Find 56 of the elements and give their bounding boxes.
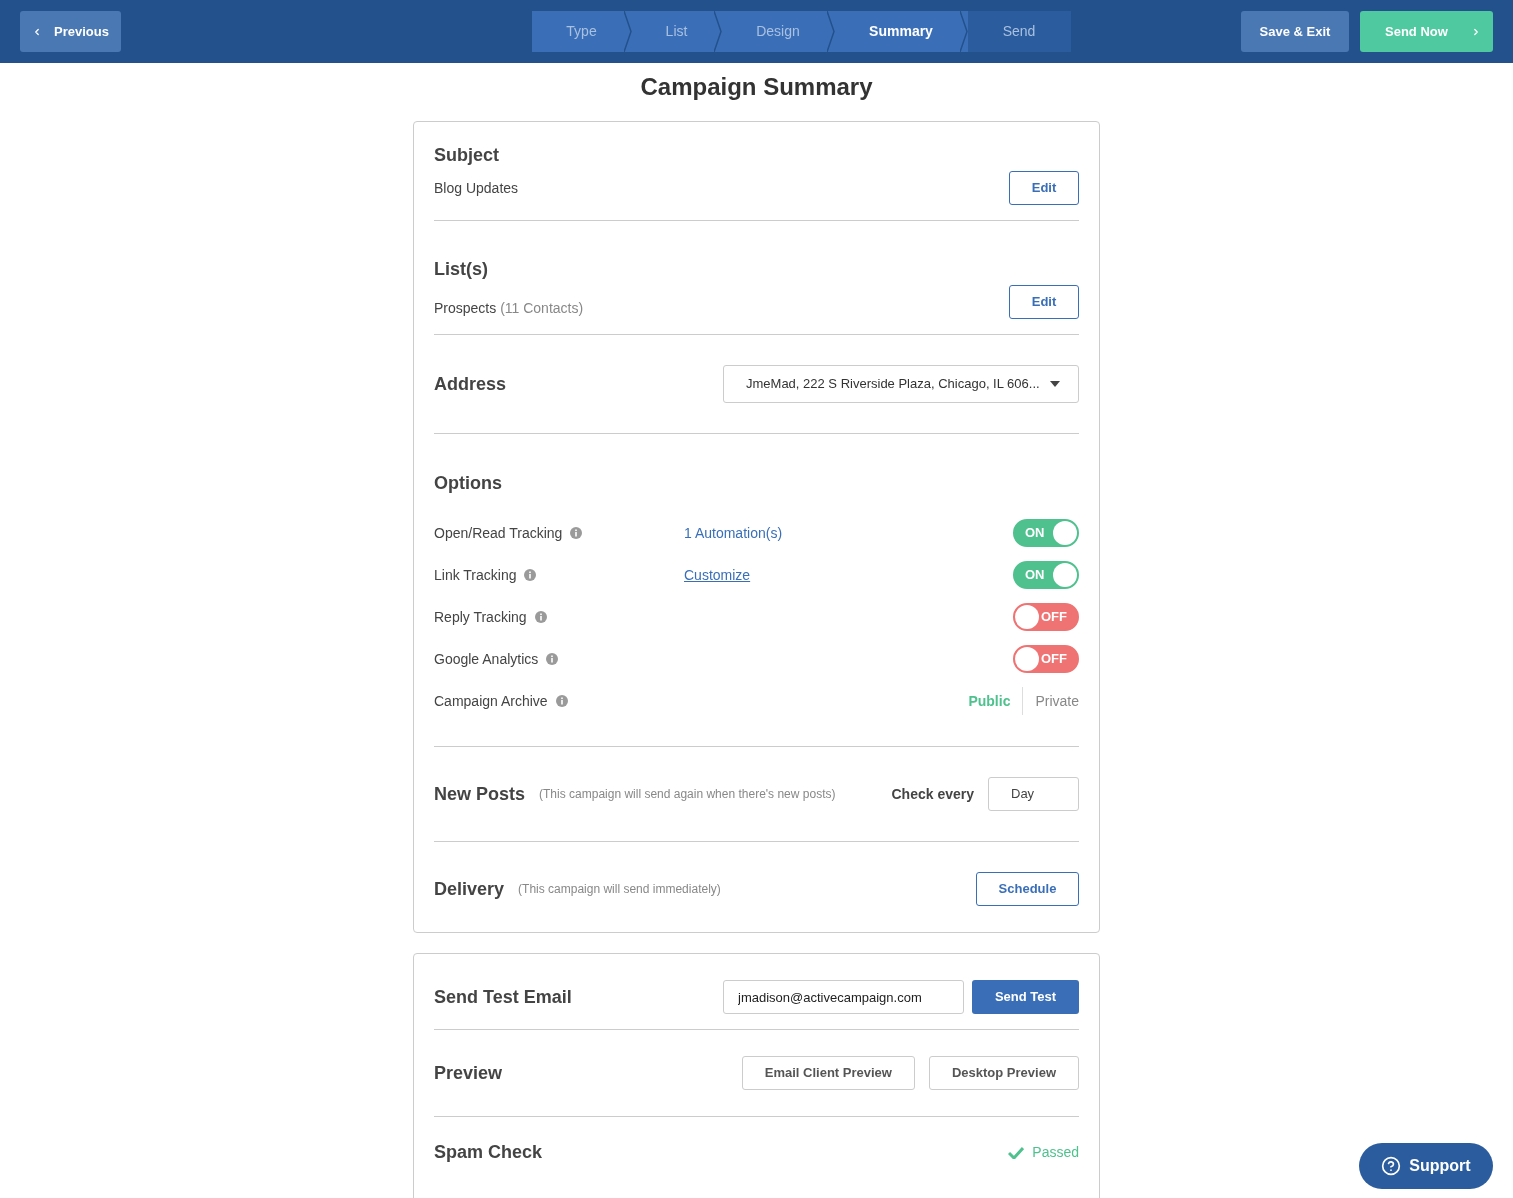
- wizard-step-tab[interactable]: Design: [721, 11, 835, 52]
- step-chevron-icon: [959, 11, 968, 52]
- info-icon: [555, 695, 568, 707]
- info-icon: [534, 611, 547, 623]
- option-label: Google Analytics: [434, 649, 539, 669]
- interval-field[interactable]: Day: [988, 777, 1079, 811]
- address-dropdown[interactable]: JmeMad, 222 S Riverside Plaza, Chicago, IL 606...: [723, 365, 1079, 403]
- section-note: (This campaign will send again when there's new posts): [539, 786, 837, 803]
- list-value: Prospects (11 Contacts): [434, 299, 584, 318]
- section-heading: New Posts: [434, 782, 526, 806]
- schedule-button[interactable]: Schedule: [976, 872, 1079, 906]
- toggle-switch[interactable]: OFF: [1013, 645, 1079, 673]
- wizard-step-tab[interactable]: Send: [967, 11, 1071, 52]
- caret-down-icon: [1050, 381, 1060, 387]
- option-label: Open/Read Tracking: [434, 523, 563, 543]
- section-heading: Send Test Email: [434, 985, 573, 1009]
- edit-button[interactable]: Edit: [1009, 171, 1079, 205]
- section-heading: Subject: [434, 144, 500, 167]
- option-label: Link Tracking: [434, 565, 517, 585]
- option-label: Reply Tracking: [434, 607, 527, 627]
- help-icon: [1381, 1156, 1402, 1176]
- archive-option[interactable]: Private: [1022, 687, 1079, 715]
- wizard-step-tab[interactable]: Type: [531, 11, 632, 52]
- wizard-step-tab[interactable]: List: [631, 11, 722, 52]
- support-button[interactable]: Support: [1359, 1143, 1493, 1189]
- section-note: (This campaign will send immediately): [518, 881, 722, 898]
- page-title: Campaign Summary: [639, 72, 874, 102]
- step-chevron-icon: [713, 11, 722, 52]
- preview-button[interactable]: Email Client Preview: [741, 1056, 915, 1090]
- check-every-label: Check every: [891, 784, 974, 804]
- option-link[interactable]: 1 Automation(s): [684, 524, 783, 541]
- section-heading: Address: [434, 372, 507, 396]
- info-icon: [524, 569, 537, 581]
- option-link[interactable]: Customize: [684, 566, 751, 583]
- wizard-step-tab[interactable]: Summary: [834, 11, 968, 52]
- info-icon: [570, 527, 583, 539]
- previous-button[interactable]: Previous: [20, 11, 121, 52]
- subject-value: Blog Updates: [434, 178, 519, 198]
- section-heading: Options: [434, 472, 503, 495]
- info-icon: [546, 653, 559, 665]
- send-test-button[interactable]: Send Test: [972, 980, 1079, 1014]
- section-heading: List(s): [434, 258, 489, 281]
- section-heading: Preview: [434, 1061, 504, 1085]
- section-heading: Spam Check: [434, 1141, 544, 1164]
- edit-button[interactable]: Edit: [1009, 285, 1079, 319]
- save-exit-button[interactable]: Save & Exit: [1241, 11, 1349, 52]
- section-heading: Delivery: [434, 877, 505, 901]
- preview-button[interactable]: Desktop Preview: [928, 1056, 1079, 1090]
- test-email-field[interactable]: jmadison@activecampaign.com: [723, 980, 964, 1014]
- chevron-right-icon: [1471, 26, 1481, 37]
- toggle-switch[interactable]: OFF: [1013, 603, 1079, 631]
- checkmark-icon: [1008, 1146, 1025, 1159]
- step-chevron-icon: [623, 11, 632, 52]
- step-chevron-icon: [826, 11, 835, 52]
- spam-status: Passed: [1032, 1143, 1079, 1162]
- option-label: Campaign Archive: [434, 691, 548, 711]
